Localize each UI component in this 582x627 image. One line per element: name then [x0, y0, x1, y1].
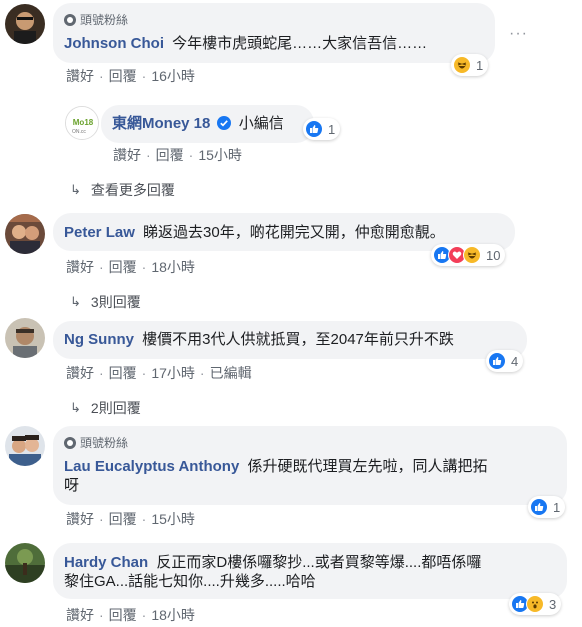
timestamp[interactable]: 18小時: [151, 605, 195, 625]
replies-count-label: 3則回覆: [90, 294, 141, 310]
reaction-count: 4: [511, 353, 519, 369]
timestamp[interactable]: 17小時: [151, 363, 195, 383]
comment-text-continued: 黎住GA...話能七知你....升幾多.....哈哈: [64, 573, 316, 590]
reply-arrow-icon: ↳: [70, 294, 81, 309]
svg-text:Mo18: Mo18: [73, 118, 94, 127]
reaction-summary[interactable]: 3: [509, 593, 562, 615]
wow-icon: [526, 595, 544, 613]
badge-icon: [64, 436, 76, 449]
timestamp[interactable]: 15小時: [198, 145, 242, 165]
reaction-count: 3: [549, 596, 557, 612]
view-more-replies[interactable]: ↳ 查看更多回覆: [70, 180, 175, 200]
like-icon: [305, 120, 323, 138]
verified-icon: [216, 115, 231, 136]
like-icon: [488, 352, 506, 370]
comment-actions: 讚好 · 回覆 · 17小時 · 已編輯: [66, 363, 252, 383]
commenter-name[interactable]: Johnson Choi: [64, 35, 164, 52]
avatar-caption: ON.cc: [72, 129, 86, 135]
haha-icon: [463, 246, 481, 264]
timestamp[interactable]: 18小時: [151, 257, 195, 277]
like-link[interactable]: 讚好: [113, 145, 141, 165]
more-options-icon[interactable]: ···: [509, 25, 528, 43]
like-link[interactable]: 讚好: [66, 257, 94, 277]
reaction-count: 1: [328, 121, 336, 137]
reply-arrow-icon: ↳: [70, 182, 81, 197]
comment-actions: 讚好 · 回覆 · 15小時: [66, 509, 195, 529]
comment-body: 睇返過去30年，啲花開完又開，仲愈開愈靚。: [143, 224, 445, 241]
reaction-summary[interactable]: 1: [451, 54, 489, 76]
like-link[interactable]: 讚好: [66, 66, 94, 86]
badge-icon: [64, 13, 76, 26]
comment-actions: 讚好 · 回覆 · 15小時: [113, 145, 242, 165]
top-fan-badge: 頭號粉絲: [64, 11, 128, 28]
comment-body: 係升硬既代理買左先啦，同人講把拓: [247, 458, 488, 475]
comment-text: Lau Eucalyptus Anthony 係升硬既代理買左先啦，同人講把拓: [64, 456, 487, 477]
comment-text: Peter Law 睇返過去30年，啲花開完又開，仲愈開愈靚。: [64, 222, 445, 243]
comment-text: Hardy Chan 反正而家D樓係囉黎抄...或者買黎等爆....都唔係囉: [64, 552, 481, 573]
reply-text: 東網Money 18 小編信: [112, 113, 284, 136]
timestamp[interactable]: 16小時: [151, 66, 195, 86]
commenter-name[interactable]: 東網Money 18: [112, 115, 210, 132]
comment-actions: 讚好 · 回覆 · 18小時: [66, 605, 195, 625]
view-more-label: 查看更多回覆: [90, 182, 175, 198]
avatar-lau-eucalyptus[interactable]: [5, 426, 45, 466]
replies-toggle[interactable]: ↳ 2則回覆: [70, 398, 141, 418]
comment-body: 今年樓市虎頭蛇尾……大家信吾信……: [172, 35, 428, 52]
reply-link[interactable]: 回覆: [109, 257, 137, 277]
reaction-summary[interactable]: 1: [528, 496, 566, 518]
avatar-johnson-choi[interactable]: [5, 4, 45, 44]
top-fan-badge: 頭號粉絲: [64, 434, 128, 451]
comment-actions: 讚好 · 回覆 · 16小時: [66, 66, 195, 86]
replies-count-label: 2則回覆: [90, 400, 141, 416]
badge-label: 頭號粉絲: [80, 436, 129, 450]
avatar-ng-sunny[interactable]: [5, 318, 45, 358]
reaction-count: 1: [476, 57, 484, 73]
like-link[interactable]: 讚好: [66, 605, 94, 625]
comment-body: 樓價不用3代人供就抵買，至2047年前只升不跌: [142, 331, 454, 348]
reaction-summary[interactable]: 10: [431, 244, 506, 266]
avatar-hardy-chan[interactable]: [5, 543, 45, 583]
reply-link[interactable]: 回覆: [109, 363, 137, 383]
reply-link[interactable]: 回覆: [109, 509, 137, 529]
badge-label: 頭號粉絲: [80, 13, 129, 27]
reply-arrow-icon: ↳: [70, 400, 81, 415]
comment-text: Johnson Choi 今年樓市虎頭蛇尾……大家信吾信……: [64, 33, 427, 54]
avatar-money18[interactable]: Mo18 ON.cc: [65, 106, 99, 140]
reaction-count: 1: [553, 499, 561, 515]
reply-link[interactable]: 回覆: [156, 145, 184, 165]
like-icon: [530, 498, 548, 516]
commenter-name[interactable]: Lau Eucalyptus Anthony: [64, 458, 239, 475]
reaction-count: 10: [486, 247, 501, 263]
haha-icon: [453, 56, 471, 74]
comment-text-continued: 呀: [64, 477, 80, 494]
like-link[interactable]: 讚好: [66, 363, 94, 383]
replies-toggle[interactable]: ↳ 3則回覆: [70, 292, 141, 312]
avatar-peter-law[interactable]: [5, 214, 45, 254]
timestamp[interactable]: 15小時: [151, 509, 195, 529]
reaction-summary[interactable]: 1: [303, 118, 341, 140]
commenter-name[interactable]: Peter Law: [64, 224, 135, 241]
comment-body: 小編信: [238, 115, 284, 132]
commenter-name[interactable]: Hardy Chan: [64, 554, 148, 571]
comment-body: 反正而家D樓係囉黎抄...或者買黎等爆....都唔係囉: [156, 554, 482, 571]
reaction-summary[interactable]: 4: [486, 350, 524, 372]
like-link[interactable]: 讚好: [66, 509, 94, 529]
commenter-name[interactable]: Ng Sunny: [64, 331, 134, 348]
reply-link[interactable]: 回覆: [109, 605, 137, 625]
edited-label[interactable]: 已編輯: [210, 363, 252, 383]
comment-text: Ng Sunny 樓價不用3代人供就抵買，至2047年前只升不跌: [64, 329, 454, 350]
comment-actions: 讚好 · 回覆 · 18小時: [66, 257, 195, 277]
reply-link[interactable]: 回覆: [109, 66, 137, 86]
